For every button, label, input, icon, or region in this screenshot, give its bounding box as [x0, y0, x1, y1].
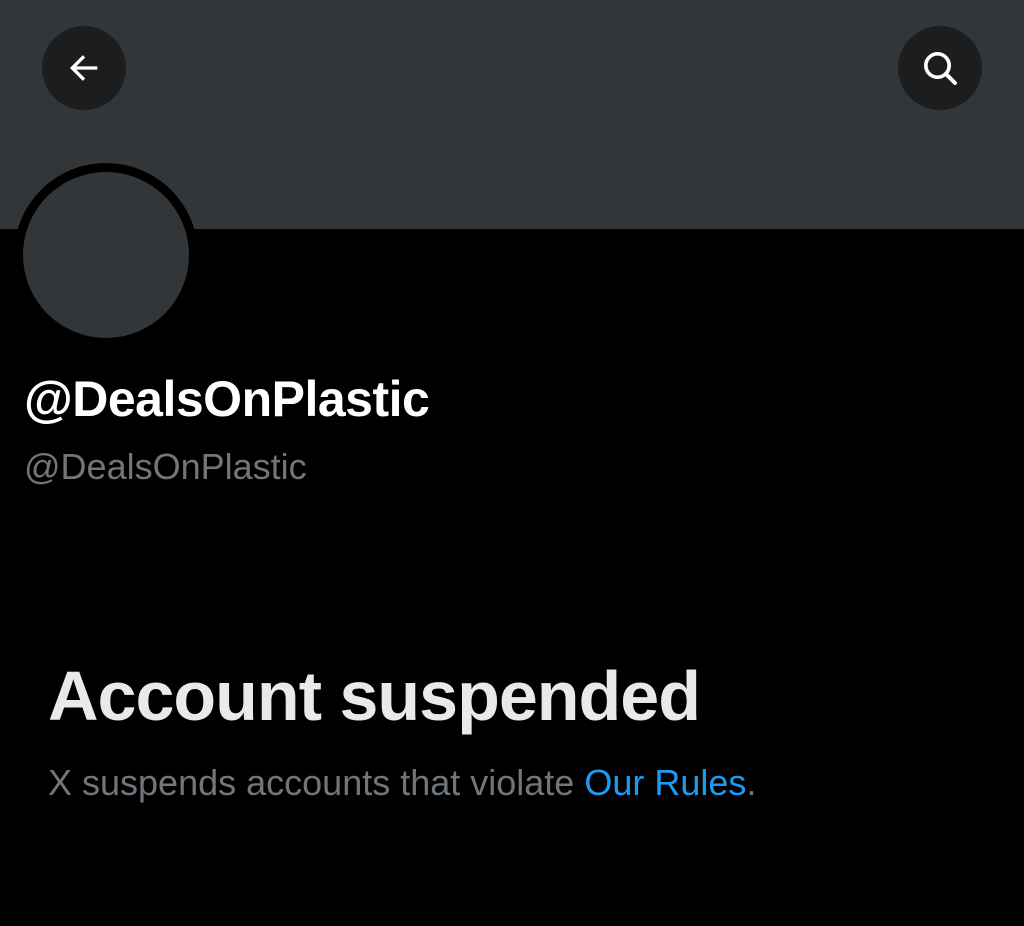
suspended-message: X suspends accounts that violate Our Rul…	[48, 762, 756, 804]
arrow-left-icon	[64, 48, 104, 88]
suspended-message-period: .	[746, 762, 757, 803]
profile-display-name: @DealsOnPlastic	[24, 371, 430, 427]
avatar[interactable]	[23, 172, 189, 338]
our-rules-link[interactable]: Our Rules	[584, 762, 746, 803]
suspended-message-text: X suspends accounts that violate	[48, 762, 585, 803]
search-icon	[920, 48, 960, 88]
search-button[interactable]	[898, 26, 982, 110]
back-button[interactable]	[42, 26, 126, 110]
avatar-container	[14, 163, 198, 347]
profile-handle: @DealsOnPlastic	[24, 446, 307, 487]
suspended-title: Account suspended	[48, 657, 701, 735]
